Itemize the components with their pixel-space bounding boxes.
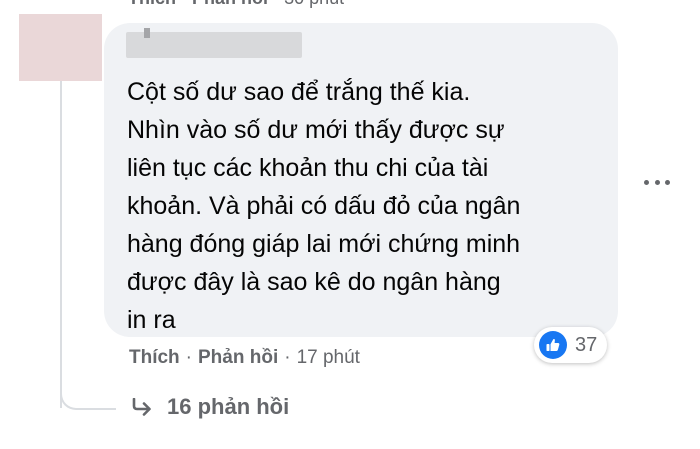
previous-comment-actions: Thích · Phản hồi · 30 phút bbox=[128, 0, 344, 9]
separator: · bbox=[185, 347, 192, 368]
comment-line: khoản. Và phải có dấu đỏ của ngân bbox=[127, 192, 521, 220]
comment-line: hàng đóng giáp lai mới chứng minh bbox=[127, 230, 521, 258]
reaction-summary[interactable]: 37 bbox=[534, 327, 608, 363]
reply-arrow-icon bbox=[131, 398, 153, 416]
comment-line: Cột số dư sao để trắng thế kia. bbox=[127, 78, 471, 106]
reply-link[interactable]: Phản hồi bbox=[198, 347, 278, 369]
comment-actions: Thích · Phản hồi · 17 phút bbox=[129, 347, 360, 369]
previous-reply-link[interactable]: Phản hồi bbox=[192, 0, 268, 8]
comment-text: Cột số dư sao để trắng thế kia. Nhìn vào… bbox=[127, 73, 597, 339]
timestamp[interactable]: 17 phút bbox=[297, 347, 360, 369]
like-link[interactable]: Thích bbox=[129, 347, 180, 369]
more-dot bbox=[665, 179, 670, 185]
separator: · bbox=[284, 347, 291, 368]
comment-line: được đây là sao kê do ngân hàng bbox=[127, 268, 501, 296]
separator: · bbox=[273, 0, 279, 8]
thread-line bbox=[60, 80, 62, 408]
more-dot bbox=[654, 179, 660, 185]
comment-line: liên tục các khoản thu chi của tài bbox=[127, 154, 489, 182]
view-replies-link[interactable]: 16 phản hồi bbox=[131, 394, 289, 420]
replies-label: 16 phản hồi bbox=[167, 394, 290, 419]
author-name-redacted[interactable] bbox=[126, 28, 302, 58]
reaction-count: 37 bbox=[575, 333, 598, 356]
separator: · bbox=[181, 0, 187, 8]
more-options-button[interactable] bbox=[644, 172, 670, 192]
thread-connector bbox=[60, 378, 116, 410]
comment-line: in ra bbox=[127, 306, 176, 334]
like-icon bbox=[539, 331, 567, 359]
avatar[interactable] bbox=[19, 14, 102, 81]
comment-line: Nhìn vào số dư mới thấy được sự bbox=[127, 116, 505, 144]
more-dot bbox=[644, 179, 649, 185]
comment-bubble: Cột số dư sao để trắng thế kia. Nhìn vào… bbox=[104, 23, 618, 337]
previous-like-link[interactable]: Thích bbox=[128, 0, 176, 8]
previous-timestamp[interactable]: 30 phút bbox=[284, 0, 344, 8]
